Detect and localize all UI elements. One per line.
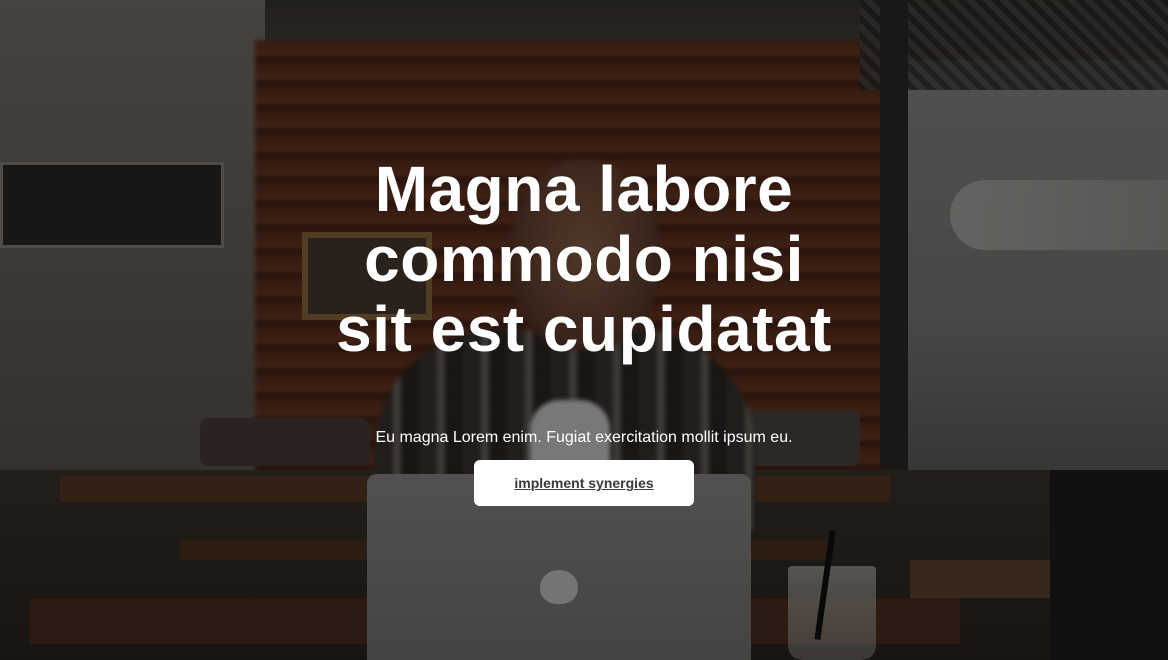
hero-content: Magna labore commodo nisi sit est cupida… [0,0,1168,660]
hero-section: Magna labore commodo nisi sit est cupida… [0,0,1168,660]
cta-button[interactable]: implement synergies [474,460,694,506]
hero-headline: Magna labore commodo nisi sit est cupida… [336,153,832,365]
cta-button-label: implement synergies [514,475,654,491]
hero-subtitle: Eu magna Lorem enim. Fugiat exercitation… [375,429,793,446]
